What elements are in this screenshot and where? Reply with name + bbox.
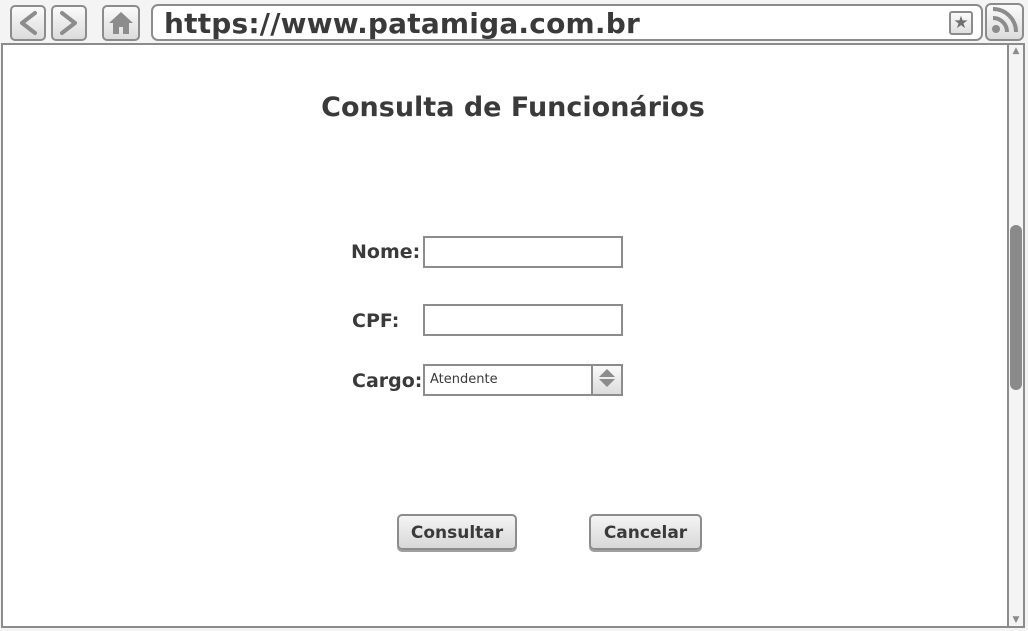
page-viewport: Consulta de Funcionários Nome: CPF: Carg… [1, 43, 1025, 628]
cargo-selected-value: Atendente [430, 372, 498, 387]
up-down-arrows-icon [598, 367, 616, 393]
nome-label: Nome: [351, 241, 421, 263]
url-text[interactable]: https://www.patamiga.com.br [164, 7, 640, 40]
chevron-left-icon [17, 10, 39, 36]
scroll-thumb[interactable] [1010, 225, 1022, 390]
chevron-right-icon [58, 10, 80, 36]
rss-icon [990, 5, 1020, 39]
browser-window: https://www.patamiga.com.br ★ Consulta d… [0, 0, 1028, 631]
cancelar-button[interactable]: Cancelar [589, 514, 702, 550]
cpf-input[interactable] [423, 304, 623, 336]
back-button[interactable] [10, 5, 46, 41]
cargo-stepper[interactable] [591, 366, 621, 394]
scroll-down-icon[interactable]: ▼ [1010, 614, 1022, 626]
forward-button[interactable] [51, 5, 87, 41]
address-bar[interactable]: https://www.patamiga.com.br ★ [151, 4, 983, 41]
star-icon: ★ [953, 13, 969, 33]
cpf-label: CPF: [352, 310, 400, 332]
nome-input[interactable] [423, 236, 623, 268]
cargo-select[interactable]: Atendente [423, 364, 623, 396]
page-title: Consulta de Funcionários [321, 92, 705, 123]
vertical-scrollbar[interactable]: ▲ ▼ [1007, 45, 1023, 626]
home-icon [107, 10, 135, 36]
home-button[interactable] [102, 5, 140, 41]
bookmark-button[interactable]: ★ [949, 11, 973, 35]
consultar-button[interactable]: Consultar [397, 514, 517, 550]
cargo-label: Cargo: [352, 370, 423, 392]
feed-button[interactable] [985, 3, 1024, 41]
scroll-up-icon[interactable]: ▲ [1010, 45, 1022, 57]
